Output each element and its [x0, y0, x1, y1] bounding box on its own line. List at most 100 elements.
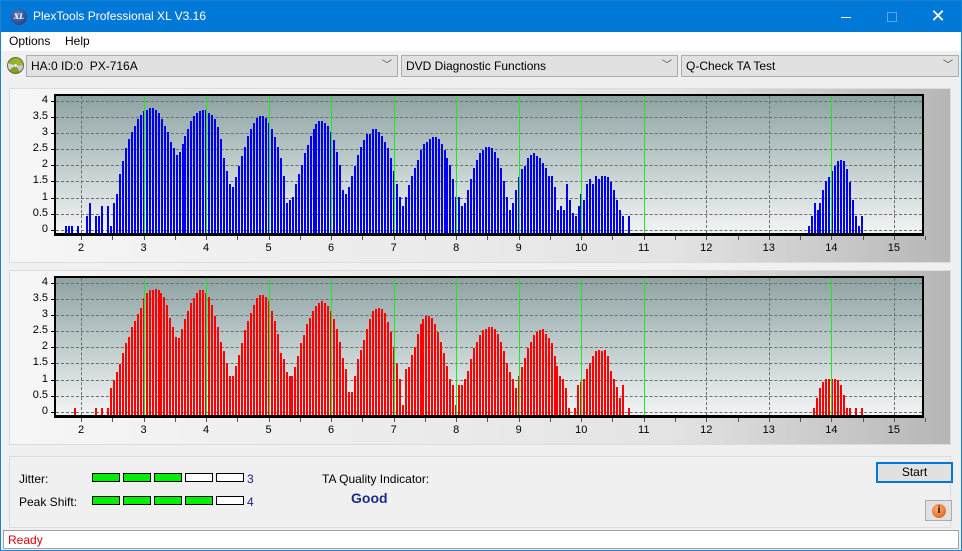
function-select-value: DVD Diagnostic Functions	[406, 59, 547, 73]
info-button[interactable]: i	[925, 500, 952, 521]
histogram-bar	[825, 180, 828, 233]
histogram-bar	[148, 290, 151, 415]
histogram-bar	[828, 177, 831, 233]
y-tick	[51, 181, 55, 183]
histogram-bar	[440, 143, 443, 233]
maximize-button[interactable]	[869, 1, 915, 32]
grid-line-horizontal	[56, 315, 922, 317]
histogram-bar	[368, 319, 371, 415]
histogram-bar	[401, 206, 404, 233]
histogram-bar	[202, 290, 205, 415]
histogram-bar	[315, 306, 318, 415]
histogram-bar	[493, 328, 496, 415]
close-button[interactable]: ✕	[915, 1, 961, 32]
histogram-bar	[422, 319, 425, 415]
histogram-bar	[509, 209, 512, 233]
test-select[interactable]: Q-Check TA Test ﹀	[681, 55, 959, 77]
histogram-bar	[172, 148, 175, 233]
histogram-bar	[479, 335, 482, 415]
histogram-bar	[497, 158, 500, 233]
histogram-bar	[318, 121, 321, 233]
histogram-bar	[297, 174, 300, 233]
histogram-bar	[449, 378, 452, 415]
histogram-bar	[351, 175, 354, 233]
histogram-bar	[327, 306, 330, 415]
y-tick-label: 3.5	[32, 291, 48, 304]
histogram-bar	[362, 340, 365, 415]
histogram-bar	[816, 398, 819, 415]
histogram-bar	[178, 338, 181, 415]
histogram-bar	[294, 183, 297, 233]
minimize-icon	[841, 16, 851, 18]
histogram-bar	[852, 199, 855, 233]
histogram-bar	[604, 175, 607, 233]
histogram-bar	[464, 378, 467, 415]
x-tick	[393, 418, 395, 422]
x-tick-label: 4	[203, 424, 210, 436]
histogram-bar	[124, 343, 127, 415]
y-tick	[51, 213, 55, 215]
histogram-bar	[169, 317, 172, 415]
x-tick	[518, 236, 520, 240]
y-tick	[51, 315, 55, 317]
histogram-bar	[163, 125, 166, 233]
histogram-bar	[520, 169, 523, 233]
x-tick-label: 3	[140, 242, 147, 254]
histogram-bar	[473, 167, 476, 233]
drive-select[interactable]: HA:0 ID:0 PX-716A ﹀	[26, 55, 398, 77]
histogram-bar	[306, 145, 309, 233]
histogram-bar	[860, 407, 863, 415]
histogram-bar	[589, 179, 592, 233]
y-tick-label: 2	[41, 340, 48, 353]
histogram-bar	[151, 290, 154, 415]
x-tick	[643, 236, 645, 240]
histogram-bar	[395, 183, 398, 233]
histogram-bar	[410, 354, 413, 415]
histogram-bar	[258, 294, 261, 415]
minimize-button[interactable]	[823, 1, 869, 32]
histogram-bar	[333, 140, 336, 233]
histogram-bar	[837, 161, 840, 233]
menu-options[interactable]: Options	[9, 34, 50, 48]
histogram-bar	[208, 112, 211, 233]
histogram-bar	[115, 193, 118, 233]
reference-marker-line	[518, 278, 520, 415]
histogram-bar	[312, 311, 315, 415]
x-tick	[456, 418, 458, 422]
y-tick	[51, 229, 55, 231]
histogram-bar	[220, 138, 223, 233]
reference-marker-line	[143, 96, 145, 233]
y-tick	[51, 165, 55, 167]
histogram-bar	[130, 132, 133, 233]
x-tick	[706, 418, 708, 422]
histogram-bar	[243, 330, 246, 415]
histogram-bar	[577, 206, 580, 233]
histogram-bar	[127, 138, 130, 233]
x-tick-label: 4	[203, 242, 210, 254]
histogram-bar	[217, 127, 220, 233]
plot-area	[54, 94, 924, 236]
reference-marker-line	[206, 96, 208, 233]
histogram-bar	[520, 367, 523, 415]
histogram-bar	[446, 365, 449, 415]
plot-area	[54, 276, 924, 418]
disc-drive-icon	[7, 57, 24, 74]
histogram-bar	[264, 117, 267, 233]
y-tick	[51, 363, 55, 365]
histogram-bar	[324, 122, 327, 233]
histogram-bar	[94, 407, 97, 415]
menu-help[interactable]: Help	[65, 34, 90, 48]
histogram-bar	[416, 333, 419, 415]
histogram-bar	[160, 119, 163, 233]
histogram-bar	[473, 348, 476, 415]
start-button[interactable]: Start	[876, 462, 953, 483]
histogram-bar	[181, 328, 184, 415]
histogram-bar	[858, 225, 861, 233]
histogram-bar	[452, 179, 455, 233]
test-select-value: Q-Check TA Test	[686, 59, 776, 73]
reference-marker-line	[393, 278, 395, 415]
histogram-bar	[488, 146, 491, 233]
function-select[interactable]: DVD Diagnostic Functions ﹀	[401, 55, 678, 77]
histogram-bar	[124, 148, 127, 233]
x-tick	[112, 236, 114, 240]
